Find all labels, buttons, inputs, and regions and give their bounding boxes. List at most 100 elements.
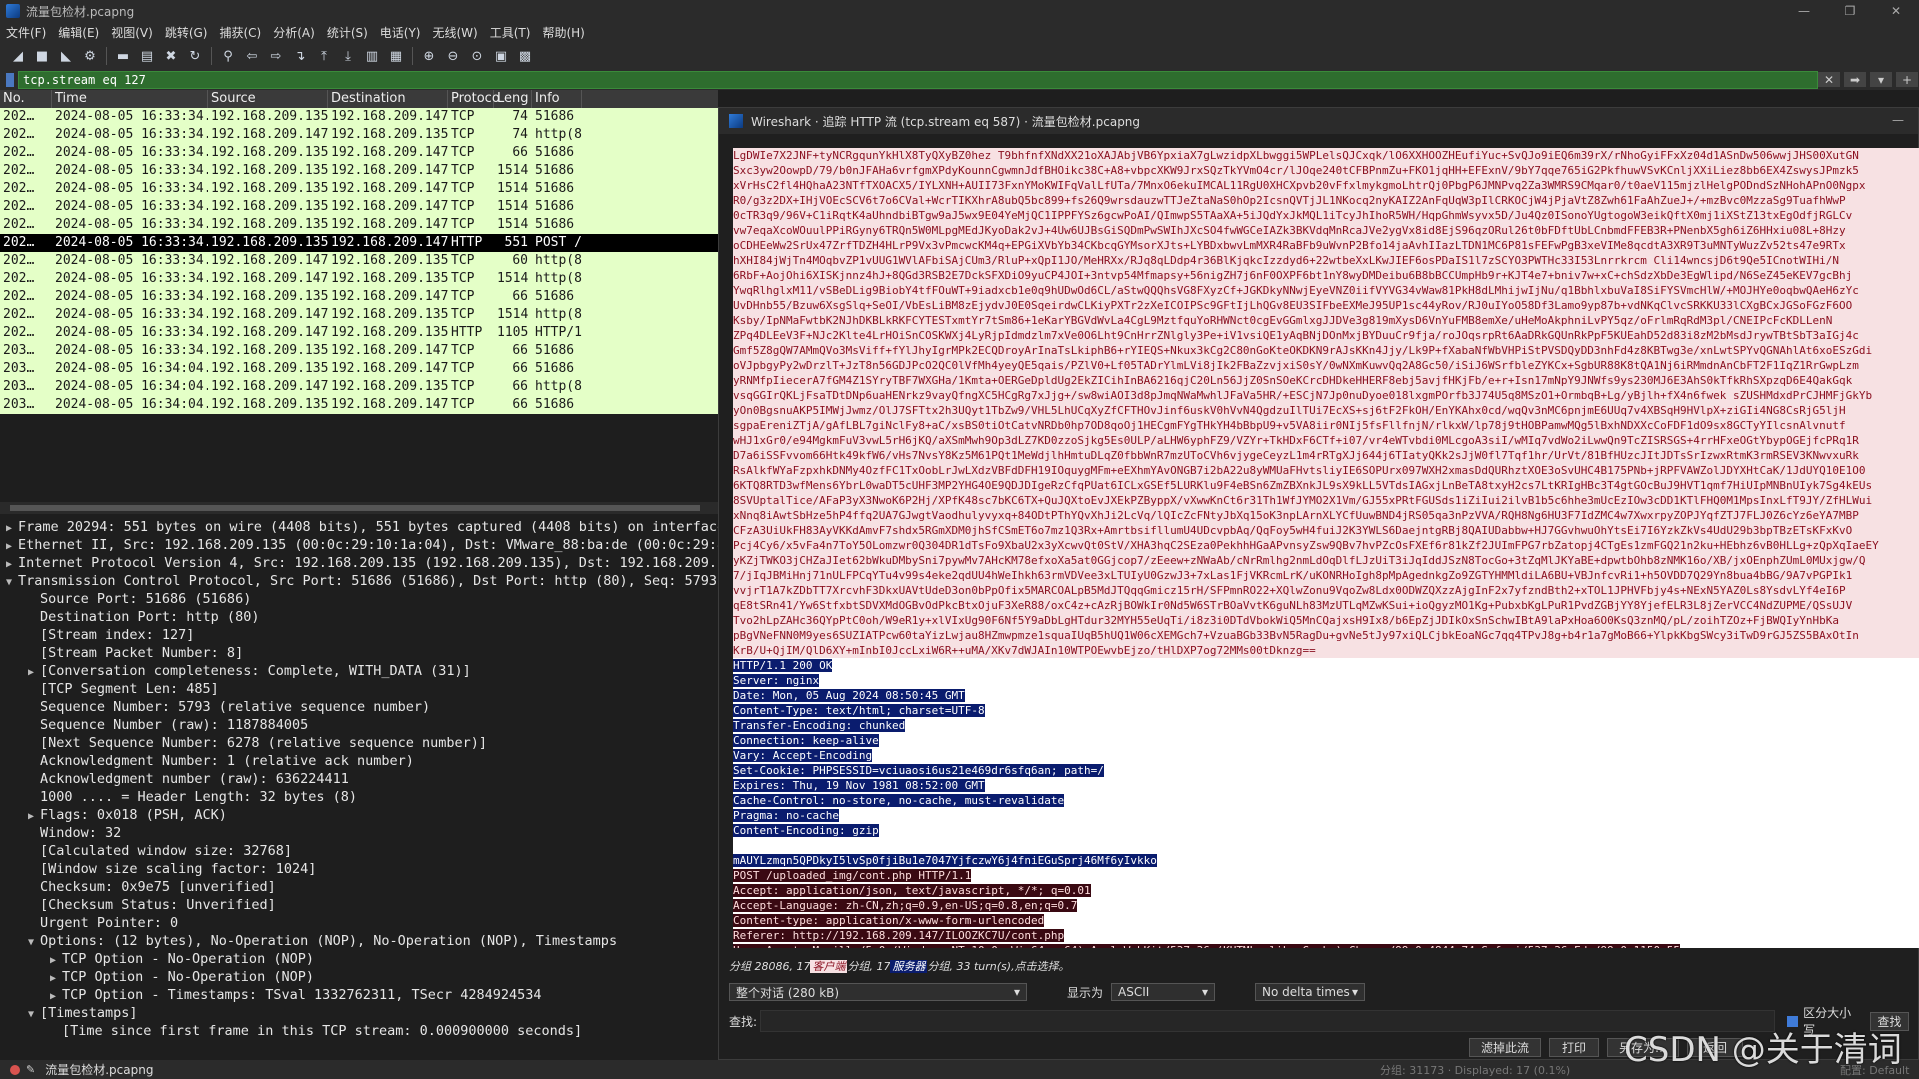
detail-row[interactable]: Acknowledgment Number: 1 (relative ack n… [0,752,718,770]
minimize-button[interactable]: — [1781,0,1827,22]
packet-row[interactable]: 203… 2024-08-05 16:34:04.2…192.168.209.13… [0,396,718,414]
packet-row[interactable]: 203… 2024-08-05 16:33:34.2…192.168.209.13… [0,342,718,360]
layout-icon[interactable]: ▩ [515,46,535,66]
packet-row[interactable]: 202… 2024-08-05 16:33:34.2…192.168.209.13… [0,234,718,252]
options-gear-icon[interactable]: ⚙ [80,46,100,66]
colorize-icon[interactable]: ▦ [386,46,406,66]
detail-row[interactable]: [Time since first frame in this TCP stre… [0,1022,718,1040]
detail-row[interactable]: Source Port: 51686 (51686) [0,590,718,608]
column-header-protocol[interactable]: Protoco [448,90,500,108]
menu-item[interactable]: 无线(W) [427,24,484,41]
detail-row[interactable]: [Next Sequence Number: 6278 (relative se… [0,734,718,752]
detail-row[interactable]: Checksum: 0x9e75 [unverified] [0,878,718,896]
detail-row[interactable]: Window: 32 [0,824,718,842]
close-button[interactable]: ✕ [1873,0,1919,22]
menu-item[interactable]: 分析(A) [267,24,321,41]
expanded-arrow-icon[interactable]: ▼ [6,574,18,592]
last-icon[interactable]: ⤓ [338,46,358,66]
bookmark-icon[interactable] [6,73,14,87]
detail-row[interactable]: ▼ Options: (12 bytes), No-Operation (NOP)… [0,932,718,950]
detail-row[interactable]: ▼ [Timestamps] [0,1004,718,1022]
detail-row[interactable]: ▶ Internet Protocol Version 4, Src: 192.1… [0,554,718,572]
detail-row[interactable]: ▶ TCP Option - No-Operation (NOP) [0,950,718,968]
find-icon[interactable]: ⚲ [218,46,238,66]
detail-row[interactable]: ▶ Ethernet II, Src: 192.168.209.135 (00:0… [0,536,718,554]
detail-row[interactable]: [Calculated window size: 32768] [0,842,718,860]
detail-row[interactable]: Sequence Number (raw): 1187884005 [0,716,718,734]
scrollbar-thumb[interactable] [10,505,700,511]
detail-row[interactable]: Urgent Pointer: 0 [0,914,718,932]
packet-row[interactable]: 202… 2024-08-05 16:33:34.2…192.168.209.13… [0,144,718,162]
packet-row[interactable]: 202… 2024-08-05 16:33:34.2…192.168.209.13… [0,216,718,234]
open-folder-icon[interactable]: ▬ [113,46,133,66]
detail-row[interactable]: [Stream index: 127] [0,626,718,644]
packet-row[interactable]: 203… 2024-08-05 16:34:04.2…192.168.209.13… [0,360,718,378]
expanded-arrow-icon[interactable]: ▼ [28,1006,40,1024]
menu-item[interactable]: 帮助(H) [536,24,590,41]
detail-row[interactable]: ▶ TCP Option - No-Operation (NOP) [0,968,718,986]
menu-item[interactable]: 捕获(C) [213,24,267,41]
goto-icon[interactable]: ↴ [290,46,310,66]
detail-row[interactable]: Sequence Number: 5793 (relative sequence… [0,698,718,716]
column-header-time[interactable]: Time [52,90,208,108]
stop-icon[interactable]: ■ [32,46,52,66]
zoom-in-icon[interactable]: ⊕ [419,46,439,66]
first-icon[interactable]: ⤒ [314,46,334,66]
detail-row[interactable]: ▶ Frame 20294: 551 bytes on wire (4408 bi… [0,518,718,536]
packet-row[interactable]: 202… 2024-08-05 16:33:34.2…192.168.209.14… [0,306,718,324]
zoom-reset-icon[interactable]: ⊙ [467,46,487,66]
save-icon[interactable]: ▤ [137,46,157,66]
packet-row[interactable]: 202… 2024-08-05 16:33:34.2…192.168.209.14… [0,126,718,144]
detail-row[interactable]: [Checksum Status: Unverified] [0,896,718,914]
menu-item[interactable]: 工具(T) [484,24,537,41]
column-header-source[interactable]: Source [208,90,328,108]
detail-row[interactable]: Acknowledgment number (raw): 636224411 [0,770,718,788]
menu-item[interactable]: 编辑(E) [52,24,105,41]
column-header-length[interactable]: Leng [494,90,532,108]
detail-row[interactable]: ▼ Transmission Control Protocol, Src Port… [0,572,718,590]
packet-list-scrollbar[interactable] [0,502,718,514]
column-header-info[interactable]: Info [532,90,582,108]
detail-row[interactable]: [TCP Segment Len: 485] [0,680,718,698]
restore-button[interactable]: ❐ [1827,0,1873,22]
detail-row[interactable]: ▶ Flags: 0x018 (PSH, ACK) [0,806,718,824]
detail-row[interactable]: [Stream Packet Number: 8] [0,644,718,662]
detail-row[interactable]: ▶ [Conversation completeness: Complete, W… [0,662,718,680]
packet-row[interactable]: 203… 2024-08-05 16:34:04.2…192.168.209.14… [0,378,718,396]
resize-columns-icon[interactable]: ▣ [491,46,511,66]
menu-item[interactable]: 视图(V) [105,24,159,41]
clear-filter-icon[interactable]: ✕ [1818,72,1840,87]
expert-info-icon[interactable] [10,1064,20,1075]
restart-icon[interactable]: ◣ [56,46,76,66]
packet-row[interactable]: 202… 2024-08-05 16:33:34.2…192.168.209.13… [0,162,718,180]
packet-row[interactable]: 202… 2024-08-05 16:33:34.2…192.168.209.14… [0,324,718,342]
detail-row[interactable]: 1000 .... = Header Length: 32 bytes (8) [0,788,718,806]
detail-row[interactable]: ▶ TCP Option - Timestamps: TSval 13327623… [0,986,718,1004]
autoscroll-icon[interactable]: ▥ [362,46,382,66]
menu-item[interactable]: 统计(S) [321,24,374,41]
packet-row[interactable]: 202… 2024-08-05 16:33:34.2…192.168.209.14… [0,270,718,288]
packet-row[interactable]: 202… 2024-08-05 16:33:34.2…192.168.209.13… [0,198,718,216]
apply-filter-icon[interactable]: ➡ [1844,72,1866,87]
detail-row[interactable]: [Window size scaling factor: 1024] [0,860,718,878]
reload-icon[interactable]: ↻ [185,46,205,66]
expanded-arrow-icon[interactable]: ▼ [28,934,40,952]
menu-item[interactable]: 跳转(G) [159,24,214,41]
add-filter-button-icon[interactable]: + [1896,72,1918,87]
packet-row[interactable]: 202… 2024-08-05 16:33:34.2…192.168.209.13… [0,180,718,198]
dialog-minimize-button[interactable]: — [1892,113,1904,127]
close-file-icon[interactable]: ✖ [161,46,181,66]
shark-fin-start-icon[interactable]: ◢ [8,46,28,66]
column-header-no.[interactable]: No. [0,90,52,108]
packet-row[interactable]: 202… 2024-08-05 16:33:34.2…192.168.209.13… [0,288,718,306]
print-button[interactable]: 打印 [1549,1038,1599,1057]
filter-out-stream-button[interactable]: 滤掉此流 [1469,1038,1541,1057]
delta-times-select[interactable]: No delta times ▾ [1255,983,1366,1001]
column-header-destination[interactable]: Destination [328,90,448,108]
stream-content[interactable]: LgDWIe7X2JNF+tyNCRgqunYkHlX8TyQXyBZ0hez … [733,148,1919,948]
detail-row[interactable]: Destination Port: http (80) [0,608,718,626]
packet-row[interactable]: 202… 2024-08-05 16:33:34.2…192.168.209.14… [0,252,718,270]
capture-comment-icon[interactable]: ✎ [26,1063,35,1076]
back-arrow-icon[interactable]: ⇦ [242,46,262,66]
display-filter-input[interactable] [18,71,1818,89]
